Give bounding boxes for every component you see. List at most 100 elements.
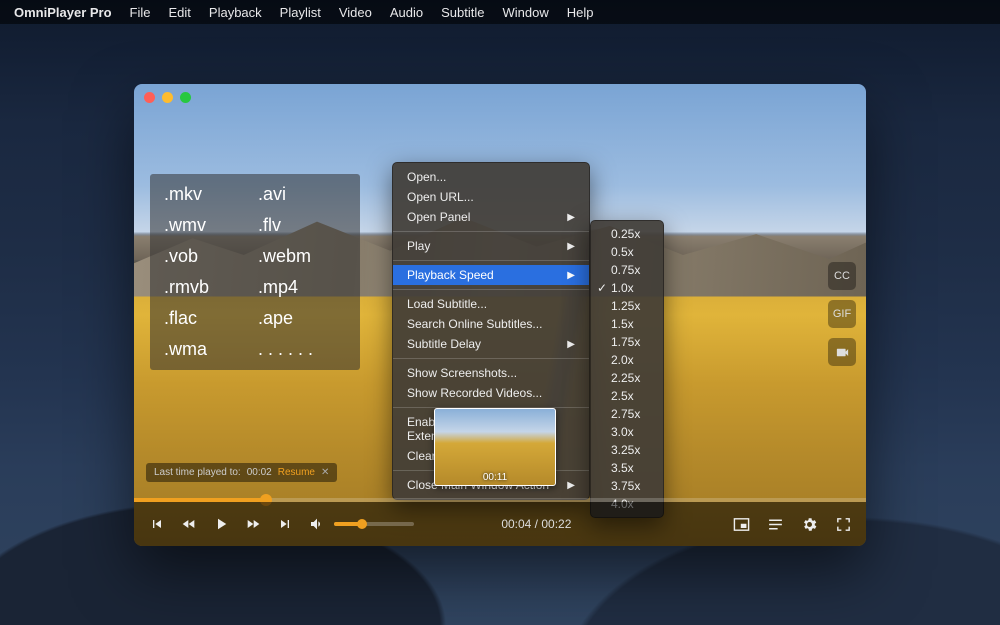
format-item: .webm [258, 246, 346, 267]
speed-option[interactable]: 3.25x [591, 441, 663, 459]
menu-video[interactable]: Video [339, 5, 372, 20]
context-menu-item[interactable]: Show Recorded Videos... [393, 383, 589, 403]
context-menu-label: Show Screenshots... [407, 366, 517, 380]
context-menu-item[interactable]: Subtitle Delay ▶ [393, 334, 589, 354]
skip-forward-icon [277, 516, 293, 532]
context-menu-item[interactable]: Open Panel ▶ [393, 207, 589, 227]
format-item: .mkv [164, 184, 252, 205]
context-menu-item[interactable]: Play ▶ [393, 236, 589, 256]
gif-capture-button[interactable]: GIF [828, 300, 856, 328]
resume-time: 00:02 [247, 467, 272, 478]
format-item: .avi [258, 184, 346, 205]
format-item: .ape [258, 308, 346, 329]
speed-option[interactable]: 2.5x [591, 387, 663, 405]
fast-forward-button[interactable] [244, 515, 262, 533]
speed-option[interactable]: 1.75x [591, 333, 663, 351]
forward-icon [245, 516, 261, 532]
context-menu-label: Play [407, 239, 430, 253]
speed-option[interactable]: 2.0x [591, 351, 663, 369]
next-track-button[interactable] [276, 515, 294, 533]
format-item: .flac [164, 308, 252, 329]
context-menu-item[interactable]: Search Online Subtitles... [393, 314, 589, 334]
close-icon[interactable]: ✕ [321, 467, 329, 478]
menu-file[interactable]: File [130, 5, 151, 20]
volume-slider[interactable] [334, 522, 414, 526]
resume-prefix: Last time played to: [154, 467, 241, 478]
system-menubar: OmniPlayer Pro File Edit Playback Playli… [0, 0, 1000, 24]
chevron-right-icon: ▶ [567, 270, 575, 281]
context-menu-item[interactable]: Load Subtitle... [393, 294, 589, 314]
resume-link[interactable]: Resume [278, 467, 315, 478]
menu-edit[interactable]: Edit [169, 5, 191, 20]
speed-option[interactable]: 3.5x [591, 459, 663, 477]
previous-track-button[interactable] [148, 515, 166, 533]
context-menu-label: Show Recorded Videos... [407, 386, 542, 400]
format-item: . . . . . . [258, 339, 346, 360]
app-name: OmniPlayer Pro [14, 5, 112, 20]
speed-option[interactable]: 1.5x [591, 315, 663, 333]
play-button[interactable] [212, 515, 230, 533]
volume-button[interactable] [308, 515, 326, 533]
settings-button[interactable] [800, 515, 818, 533]
zoom-window-button[interactable] [180, 92, 191, 103]
resume-toast: Last time played to: 00:02 Resume ✕ [146, 463, 337, 482]
speed-option[interactable]: 1.0x [591, 279, 663, 297]
playlist-icon [767, 516, 784, 533]
speed-option[interactable]: 0.25x [591, 225, 663, 243]
pip-icon [733, 516, 750, 533]
menu-audio[interactable]: Audio [390, 5, 423, 20]
menu-window[interactable]: Window [502, 5, 548, 20]
context-menu-item[interactable]: Open URL... [393, 187, 589, 207]
format-item: .mp4 [258, 277, 346, 298]
subtitle-cc-button[interactable]: CC [828, 262, 856, 290]
speed-option[interactable]: 0.75x [591, 261, 663, 279]
side-tool-strip: CC GIF [828, 262, 856, 366]
speed-option[interactable]: 3.0x [591, 423, 663, 441]
speed-option[interactable]: 2.75x [591, 405, 663, 423]
playlist-button[interactable] [766, 515, 784, 533]
gif-icon: GIF [833, 308, 851, 320]
menu-subtitle[interactable]: Subtitle [441, 5, 484, 20]
play-icon [212, 515, 230, 533]
menu-separator [393, 289, 589, 290]
speed-option[interactable]: 1.25x [591, 297, 663, 315]
context-menu-item[interactable]: Open... [393, 167, 589, 187]
menu-separator [393, 231, 589, 232]
chevron-right-icon: ▶ [567, 212, 575, 223]
menu-help[interactable]: Help [567, 5, 594, 20]
speed-option[interactable]: 0.5x [591, 243, 663, 261]
format-item: .flv [258, 215, 346, 236]
context-menu-item[interactable]: Playback Speed ▶ [393, 265, 589, 285]
volume-control [308, 515, 414, 533]
window-traffic-lights [144, 92, 191, 103]
context-menu-label: Open Panel [407, 210, 470, 224]
context-menu-label: Subtitle Delay [407, 337, 481, 351]
speed-option[interactable]: 3.75x [591, 477, 663, 495]
context-menu-label: Playback Speed [407, 268, 494, 282]
rewind-button[interactable] [180, 515, 198, 533]
record-button[interactable] [828, 338, 856, 366]
playback-speed-submenu: 0.25x0.5x0.75x1.0x1.25x1.5x1.75x2.0x2.25… [590, 220, 664, 518]
fullscreen-button[interactable] [834, 515, 852, 533]
player-window: .mkv .avi .wmv .flv .vob .webm .rmvb .mp… [134, 84, 866, 546]
supported-formats-overlay: .mkv .avi .wmv .flv .vob .webm .rmvb .mp… [150, 174, 360, 370]
context-menu-label: Open... [407, 170, 446, 184]
cc-icon: CC [834, 270, 850, 282]
skip-back-icon [149, 516, 165, 532]
minimize-window-button[interactable] [162, 92, 173, 103]
format-item: .vob [164, 246, 252, 267]
context-menu-label: Search Online Subtitles... [407, 317, 542, 331]
speed-option[interactable]: 2.25x [591, 369, 663, 387]
menu-playlist[interactable]: Playlist [280, 5, 321, 20]
chevron-right-icon: ▶ [567, 339, 575, 350]
pip-button[interactable] [732, 515, 750, 533]
chevron-right-icon: ▶ [567, 241, 575, 252]
menu-separator [393, 358, 589, 359]
gear-icon [801, 516, 818, 533]
menu-playback[interactable]: Playback [209, 5, 262, 20]
context-menu-item[interactable]: Show Screenshots... [393, 363, 589, 383]
close-window-button[interactable] [144, 92, 155, 103]
seek-preview-time: 00:11 [435, 472, 555, 483]
context-menu-label: Load Subtitle... [407, 297, 487, 311]
fullscreen-icon [835, 516, 852, 533]
